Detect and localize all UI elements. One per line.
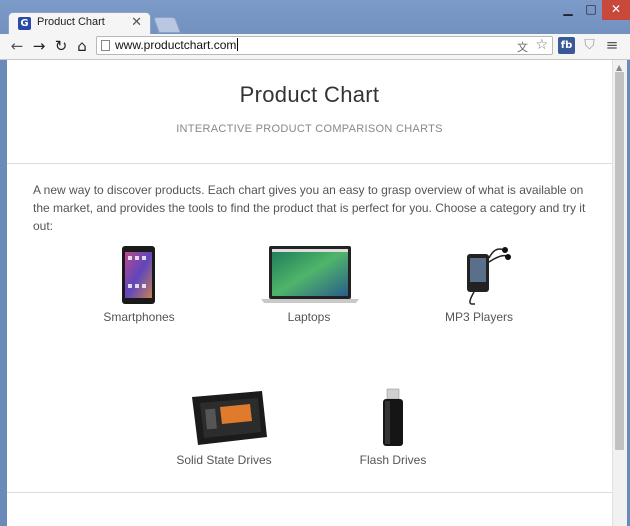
- minimize-button[interactable]: ▁: [556, 0, 580, 20]
- tab-strip: G Product Chart ✕ ▁ □ ✕: [0, 0, 630, 34]
- page-subtitle: INTERACTIVE PRODUCT COMPARISON CHARTS: [176, 123, 443, 135]
- menu-icon[interactable]: ≡: [603, 37, 621, 54]
- category-mp3-players[interactable]: MP3 Players: [409, 244, 549, 324]
- tab-product-chart[interactable]: G Product Chart ✕: [8, 12, 151, 34]
- scrollbar-thumb[interactable]: [615, 72, 624, 450]
- maximize-button[interactable]: □: [580, 0, 602, 20]
- category-label[interactable]: Smartphones: [69, 310, 209, 324]
- facebook-extension-icon[interactable]: fb: [558, 37, 575, 54]
- new-tab-button[interactable]: [153, 17, 181, 33]
- flash-drive-icon[interactable]: [323, 387, 463, 449]
- category-label[interactable]: Solid State Drives: [154, 453, 294, 467]
- translate-icon[interactable]: 文: [517, 39, 528, 55]
- page-icon: [101, 40, 110, 51]
- vertical-scrollbar[interactable]: ▲: [612, 60, 627, 526]
- web-page: Product Chart INTERACTIVE PRODUCT COMPAR…: [7, 60, 612, 526]
- footer-divider: [7, 492, 612, 493]
- category-label[interactable]: MP3 Players: [409, 310, 549, 324]
- back-icon[interactable]: ←: [8, 37, 26, 55]
- category-flash-drives[interactable]: Flash Drives: [323, 387, 463, 467]
- scroll-up-icon[interactable]: ▲: [616, 63, 622, 72]
- category-label[interactable]: Laptops: [239, 310, 379, 324]
- page-title: Product Chart: [239, 82, 380, 107]
- category-solid-state-drives[interactable]: Solid State Drives: [154, 387, 294, 467]
- shield-extension-icon[interactable]: ⛉: [581, 37, 598, 54]
- bookmark-star-icon[interactable]: ☆: [535, 37, 548, 53]
- address-bar[interactable]: www.productchart.com 文 ☆: [96, 36, 553, 55]
- home-icon[interactable]: ⌂: [73, 37, 91, 55]
- category-smartphones[interactable]: Smartphones: [69, 244, 209, 324]
- smartphone-icon[interactable]: [69, 244, 209, 306]
- reload-icon[interactable]: ↻: [52, 37, 70, 55]
- tab-title: Product Chart: [37, 16, 105, 28]
- forward-icon[interactable]: →: [30, 37, 48, 55]
- divider: [7, 163, 612, 164]
- window-close-button[interactable]: ✕: [602, 0, 630, 20]
- browser-window: G Product Chart ✕ ▁ □ ✕ ← → ↻ ⌂ www.prod…: [0, 0, 630, 526]
- intro-text: A new way to discover products. Each cha…: [33, 183, 586, 233]
- tab-close-icon[interactable]: ✕: [131, 15, 142, 30]
- mp3-player-icon[interactable]: [409, 244, 549, 306]
- category-label[interactable]: Flash Drives: [323, 453, 463, 467]
- favicon-icon: G: [18, 17, 31, 30]
- category-laptops[interactable]: Laptops: [239, 244, 379, 324]
- browser-toolbar: ← → ↻ ⌂ www.productchart.com 文 ☆ fb ⛉ ≡: [0, 34, 630, 60]
- ssd-icon[interactable]: [154, 387, 294, 449]
- url-text[interactable]: www.productchart.com: [115, 38, 239, 52]
- laptop-icon[interactable]: [239, 244, 379, 306]
